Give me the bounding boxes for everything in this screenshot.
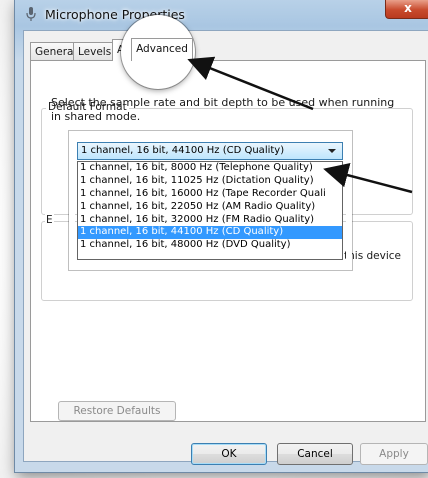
arrow-to-dropdown bbox=[323, 162, 413, 194]
arrow-to-advanced-tab bbox=[187, 56, 314, 111]
annotation-arrows bbox=[187, 56, 413, 194]
